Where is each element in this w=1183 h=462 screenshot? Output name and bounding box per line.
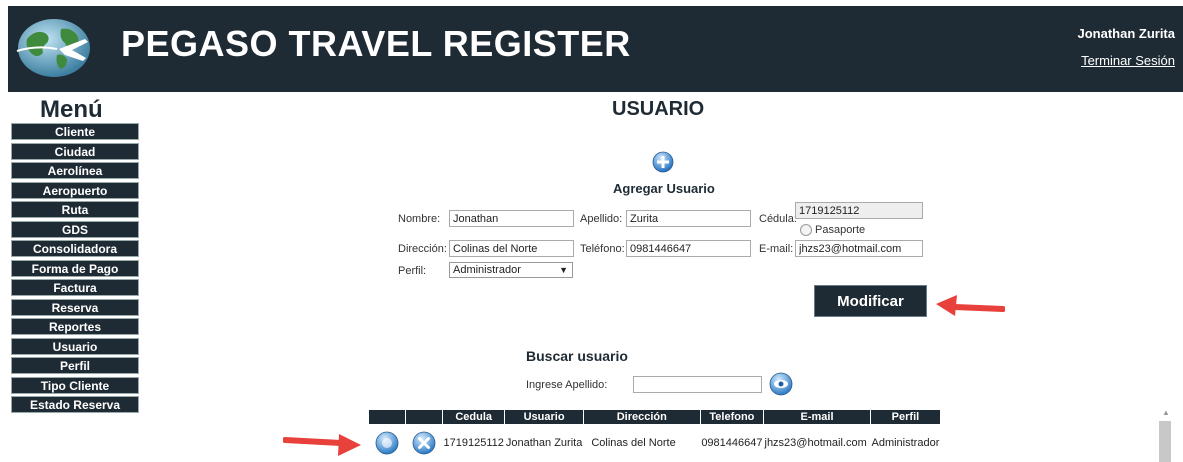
email-label: E-mail: [759, 243, 794, 255]
pasaporte-label: Pasaporte [815, 224, 866, 236]
menu-item-forma-de-pago[interactable]: Forma de Pago [11, 259, 139, 277]
menu-item-aerolinea[interactable]: Aerolínea [11, 162, 139, 179]
edit-cell [369, 425, 406, 462]
logout-link[interactable]: Terminar Sesión [1081, 53, 1175, 68]
email-field[interactable] [795, 240, 923, 257]
menu-item-estado-reserva[interactable]: Estado Reserva [11, 396, 139, 413]
search-input[interactable] [633, 376, 762, 393]
cell-telefono: 0981446647 [701, 437, 763, 449]
sidebar-menu: Cliente Ciudad Aerolínea Aeropuerto Ruta… [11, 123, 139, 416]
header-direccion: Dirección [582, 409, 701, 425]
menu-item-reportes[interactable]: Reportes [11, 318, 139, 335]
add-user-icon[interactable] [652, 151, 674, 173]
header-edit [368, 409, 406, 425]
page-title: USUARIO [612, 98, 705, 120]
direccion-field[interactable] [449, 240, 574, 257]
telefono-field[interactable] [626, 240, 751, 257]
users-table: Cedula Usuario Dirección Telefono E-mail… [368, 409, 941, 461]
delete-cell [406, 425, 443, 462]
menu-title: Menú [40, 96, 103, 123]
menu-item-perfil[interactable]: Perfil [11, 357, 139, 374]
menu-item-ciudad[interactable]: Ciudad [11, 142, 139, 160]
menu-item-reserva[interactable]: Reserva [11, 298, 139, 316]
table-row: 1719125112 Jonathan Zurita Colinas del N… [369, 425, 941, 462]
cedula-label: Cédula: [759, 213, 797, 225]
menu-item-aeropuerto[interactable]: Aeropuerto [11, 181, 139, 199]
menu-item-gds[interactable]: GDS [11, 220, 139, 238]
scrollbar-thumb[interactable] [1159, 421, 1171, 462]
menu-item-cliente[interactable]: Cliente [11, 123, 139, 140]
menu-item-usuario[interactable]: Usuario [11, 337, 139, 355]
perfil-select-value: Administrador [453, 264, 521, 276]
header-delete [405, 409, 443, 425]
header-cedula: Cedula [441, 409, 506, 425]
header-telefono: Telefono [699, 409, 765, 425]
modify-button[interactable]: Modificar [814, 285, 927, 317]
cell-email: jhzs23@hotmail.com [764, 437, 867, 449]
apellido-label: Apellido: [580, 213, 623, 225]
app-brand-title: PEGASO TRAVEL REGISTER [121, 23, 631, 64]
apellido-field[interactable] [626, 210, 751, 227]
perfil-select[interactable]: Administrador ▼ [449, 262, 573, 278]
cell-direccion: Colinas del Norte [591, 437, 676, 449]
cell-perfil: Administrador [871, 437, 940, 449]
search-eye-icon[interactable] [769, 372, 793, 396]
nombre-field[interactable] [449, 210, 574, 227]
nombre-label: Nombre: [398, 213, 441, 225]
app-header: PEGASO TRAVEL REGISTER Jonathan Zurita T… [8, 6, 1183, 92]
add-user-label: Agregar Usuario [613, 181, 715, 196]
cedula-field[interactable] [795, 202, 923, 219]
delete-user-icon[interactable] [411, 430, 437, 456]
search-label: Ingrese Apellido: [526, 379, 608, 391]
current-user-name: Jonathan Zurita [1077, 26, 1175, 41]
cell-cedula: 1719125112 [443, 437, 504, 449]
cell-usuario: Jonathan Zurita [505, 437, 583, 449]
header-perfil: Perfil [870, 409, 941, 425]
direccion-label: Dirección: [398, 243, 447, 255]
red-arrow-annotation-icon [936, 295, 1005, 316]
pasaporte-radio[interactable] [800, 224, 812, 236]
table-header-row: Cedula Usuario Dirección Telefono E-mail… [368, 409, 941, 425]
header-email: E-mail [763, 409, 871, 425]
telefono-label: Teléfono: [580, 243, 625, 255]
menu-item-tipo-cliente[interactable]: Tipo Cliente [11, 376, 139, 394]
red-arrow-annotation-icon [283, 434, 361, 456]
header-usuario: Usuario [504, 409, 584, 425]
menu-item-consolidadora[interactable]: Consolidadora [11, 240, 139, 257]
search-title: Buscar usuario [526, 348, 628, 364]
perfil-label: Perfil: [398, 265, 427, 277]
globe-plane-icon [16, 19, 90, 77]
chevron-down-icon: ▼ [559, 265, 568, 275]
scroll-up-arrow-icon[interactable]: ▲ [1160, 408, 1172, 418]
edit-user-icon[interactable] [374, 430, 400, 456]
menu-item-factura[interactable]: Factura [11, 279, 139, 296]
menu-item-ruta[interactable]: Ruta [11, 201, 139, 218]
